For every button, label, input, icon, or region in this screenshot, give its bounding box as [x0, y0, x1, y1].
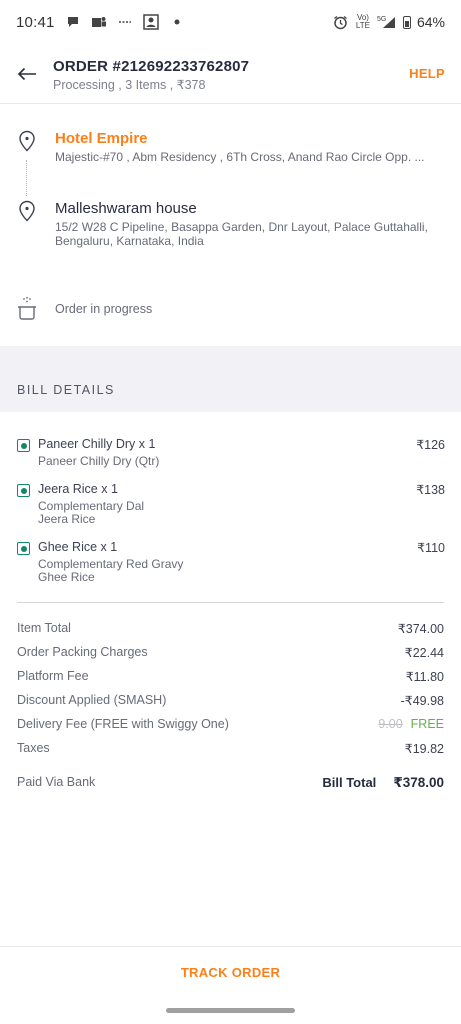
platform-fee-label: Platform Fee — [17, 669, 89, 683]
item-detail: Jeera Rice — [38, 512, 96, 526]
delivery-address-line-2: Bengaluru, Karnataka, India — [55, 234, 204, 248]
order-header: ORDER #212692233762807 Processing , 3 It… — [0, 50, 461, 104]
signal-icon: 5G — [377, 14, 397, 30]
order-item: Paneer Chilly Dry x 1 Paneer Chilly Dry … — [17, 437, 445, 468]
item-name: Ghee Rice x 1 — [38, 540, 118, 554]
gesture-home-bar[interactable] — [166, 1008, 295, 1013]
delivery-address-line-1: 15/2 W28 C Pipeline, Basappa Garden, Dnr… — [55, 220, 428, 234]
item-name: Jeera Rice x 1 — [38, 482, 118, 496]
order-subtitle: Processing , 3 Items , ₹378 — [53, 78, 206, 92]
discount-row: Discount Applied (SMASH) -₹49.98 — [17, 693, 444, 708]
item-price: ₹138 — [416, 483, 445, 497]
track-order-button[interactable]: TRACK ORDER — [181, 965, 280, 980]
item-name: Paneer Chilly Dry x 1 — [38, 437, 156, 451]
platform-fee-value: ₹11.80 — [405, 670, 444, 684]
payment-method: Paid Via Bank — [17, 775, 96, 789]
help-button[interactable]: HELP — [409, 66, 445, 81]
profile-card-icon — [142, 14, 159, 30]
cooking-pot-icon — [18, 296, 36, 320]
delivery-address: Malleshwaram house 15/2 W28 C Pipeline, … — [16, 200, 446, 248]
status-bar: 10:41 Vo) LTE 5G 64% — [0, 0, 461, 44]
delivery-fee-original: 9.00 — [378, 717, 403, 731]
item-detail: Paneer Chilly Dry (Qtr) — [38, 454, 160, 468]
delivery-fee-value: FREE — [410, 717, 444, 731]
item-total-row: Item Total ₹374.00 — [17, 621, 444, 636]
data-saver-icon — [117, 14, 133, 30]
taxes-row: Taxes ₹19.82 — [17, 741, 444, 756]
order-title: ORDER #212692233762807 — [53, 58, 250, 75]
alarm-icon — [333, 14, 349, 30]
veg-indicator-icon — [17, 439, 30, 452]
taxes-label: Taxes — [17, 741, 50, 755]
payment-summary: Paid Via Bank Bill Total ₹378.00 — [17, 775, 444, 791]
back-button[interactable] — [16, 63, 38, 85]
delivery-fee-label: Delivery Fee (FREE with Swiggy One) — [17, 717, 229, 731]
bill-details-heading: BILL DETAILS — [17, 383, 115, 397]
order-item: Jeera Rice x 1 Complementary Dal Jeera R… — [17, 482, 445, 526]
order-status-text: Order in progress — [55, 302, 153, 316]
pickup-address: Hotel Empire Majestic-#70 , Abm Residenc… — [16, 130, 446, 164]
restaurant-address: Majestic-#70 , Abm Residency , 6Th Cross… — [55, 150, 425, 164]
delivery-fee-row: Delivery Fee (FREE with Swiggy One) 9.00… — [17, 717, 444, 731]
bill-total-value: ₹378.00 — [393, 775, 444, 790]
bill-divider — [17, 602, 444, 603]
item-total-label: Item Total — [17, 621, 71, 635]
status-time: 10:41 — [16, 13, 55, 31]
dot-icon — [169, 14, 185, 30]
packing-charges-label: Order Packing Charges — [17, 645, 148, 659]
restaurant-name: Hotel Empire — [55, 130, 148, 147]
item-total-value: ₹374.00 — [397, 622, 444, 636]
packing-charges-row: Order Packing Charges ₹22.44 — [17, 645, 444, 660]
discount-label: Discount Applied (SMASH) — [17, 693, 167, 707]
battery-icon — [402, 15, 411, 29]
route-dotted-line — [26, 160, 27, 196]
location-pin-icon — [19, 200, 35, 222]
veg-indicator-icon — [17, 542, 30, 555]
chat-bubble-icon — [65, 14, 81, 30]
veg-indicator-icon — [17, 484, 30, 497]
battery-percent: 64% — [416, 14, 445, 30]
network-type: 5G — [377, 16, 386, 23]
discount-value: -₹49.98 — [400, 694, 444, 708]
order-item: Ghee Rice x 1 Complementary Red Gravy Gh… — [17, 540, 445, 584]
item-price: ₹126 — [416, 438, 445, 452]
platform-fee-row: Platform Fee ₹11.80 — [17, 669, 444, 684]
teams-icon — [91, 14, 107, 30]
delivery-name: Malleshwaram house — [55, 200, 197, 217]
packing-charges-value: ₹22.44 — [404, 646, 444, 660]
arrow-left-icon — [17, 67, 36, 81]
bill-total-label: Bill Total — [322, 775, 377, 790]
volte-indicator: Vo) LTE — [355, 13, 370, 30]
section-divider-band — [0, 346, 461, 412]
taxes-value: ₹19.82 — [404, 742, 444, 756]
track-order-bar: TRACK ORDER — [0, 946, 461, 998]
item-detail: Ghee Rice — [38, 570, 95, 584]
order-status: Order in progress — [16, 296, 152, 322]
item-price: ₹110 — [417, 541, 445, 555]
location-pin-icon — [19, 130, 35, 152]
